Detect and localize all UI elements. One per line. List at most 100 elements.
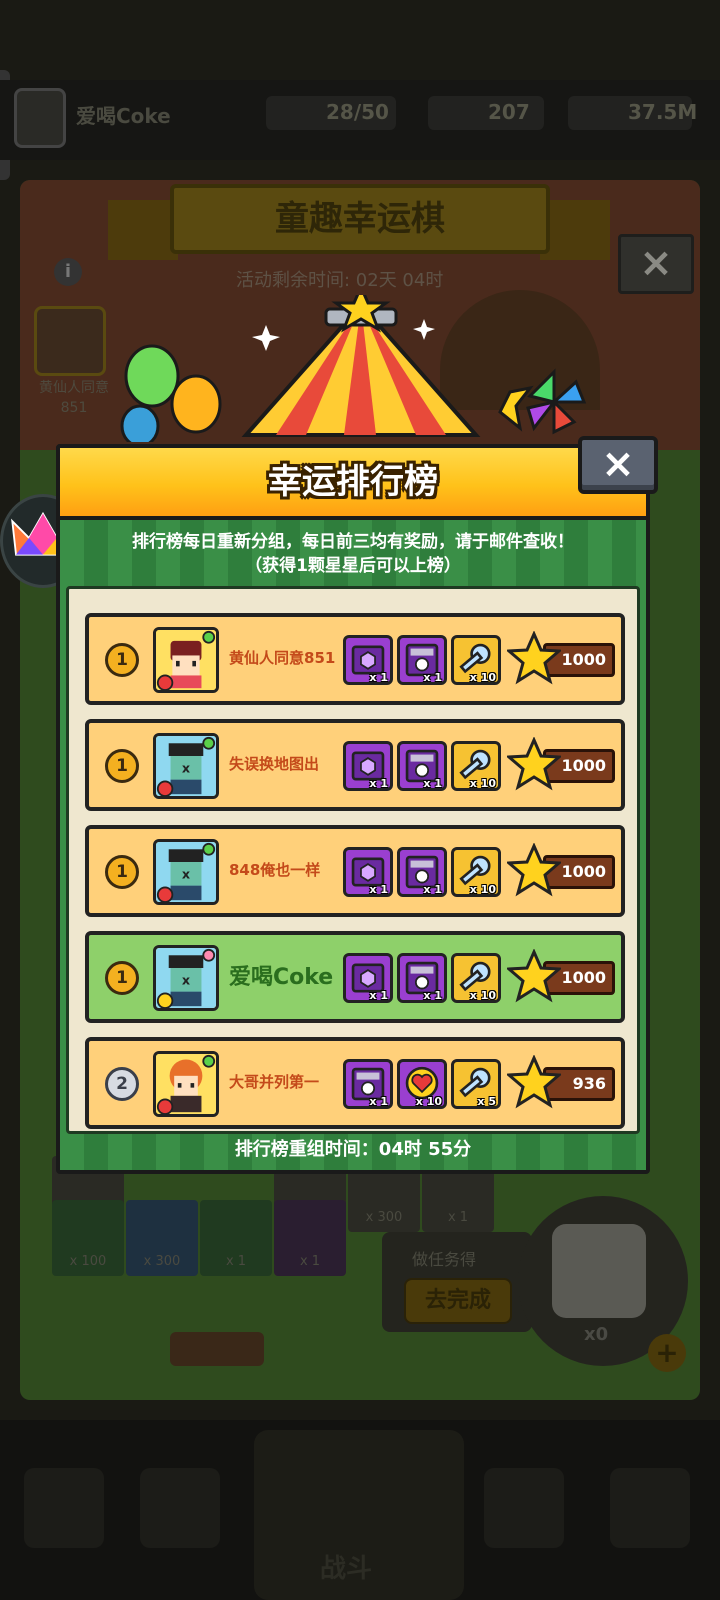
player-avatar-icon[interactable]: x — [153, 945, 219, 1011]
gem-value: 207 — [488, 100, 530, 124]
gold-key-icon[interactable]: x 10 — [451, 953, 501, 1003]
star-icon — [505, 842, 563, 897]
svg-text:x: x — [182, 760, 191, 775]
reset-time-label: 排行榜重组时间：04时 55分 — [234, 1139, 472, 1160]
player-name: 爱喝Coke — [229, 965, 334, 990]
popup-close-button[interactable]: × — [578, 436, 658, 494]
event-close-icon[interactable]: × — [618, 234, 694, 294]
notice-line-1: 排行榜每日重新分组，每日前三均有奖励，请于邮件查收！ — [132, 532, 574, 552]
rank-badge: 1 — [105, 749, 139, 783]
dice-icon — [552, 1224, 646, 1318]
player-avatar-icon[interactable]: x — [153, 839, 219, 905]
board-bench — [170, 1332, 264, 1366]
popup-title: 幸运排行榜 — [268, 462, 438, 502]
reward-quantity: x 1 — [423, 883, 442, 896]
side-player-name: 黄仙人同意 — [39, 380, 109, 396]
purple-gem-chest-icon[interactable]: x 1 — [343, 635, 393, 685]
purple-gem-chest-icon[interactable]: x 1 — [343, 953, 393, 1003]
nav-battle-label: 战斗 — [320, 1554, 373, 1584]
rank-badge: 1 — [105, 643, 139, 677]
leaderboard-row-self[interactable]: 1 x 爱喝Coke x 1x 1x 10 1000 — [85, 931, 625, 1023]
info-icon[interactable]: i — [54, 258, 82, 286]
add-dice-button[interactable]: + — [648, 1334, 686, 1372]
reward-quantity: x 1 — [423, 777, 442, 790]
side-player-score: 851 — [60, 400, 88, 416]
reward-quantity: x 10 — [469, 777, 496, 790]
coin-counter: 37.5M — [568, 96, 697, 130]
side-player-label: 黄仙人同意 851 — [26, 378, 122, 418]
nav-tab-shop[interactable] — [24, 1468, 104, 1548]
rank-badge: 2 — [105, 1067, 139, 1101]
go-complete-button[interactable]: 去完成 — [404, 1278, 512, 1324]
event-banner: 童趣幸运棋 — [170, 184, 550, 254]
side-player-avatar[interactable] — [34, 306, 106, 376]
leaderboard-row[interactable]: 2 大哥并列第一 x 1x 10 x 5 936 — [85, 1037, 625, 1129]
reward-quantity: x 10 — [469, 989, 496, 1002]
player-name: 黄仙人同意851 — [229, 649, 336, 667]
banner-left-wing — [108, 200, 178, 260]
close-icon: × — [601, 441, 635, 487]
player-avatar-icon[interactable]: x — [153, 733, 219, 799]
gold-key-icon[interactable]: x 10 — [451, 847, 501, 897]
svg-text:x: x — [182, 972, 191, 987]
reward-quantity: x 10 — [415, 1095, 442, 1108]
star-icon — [505, 948, 563, 1003]
reward-quantity: x 1 — [369, 989, 388, 1002]
purple-gem-chest-icon[interactable]: x 1 — [343, 741, 393, 791]
player-name: 失误换地图出 — [229, 755, 320, 773]
gold-key-icon[interactable]: x 10 — [451, 635, 501, 685]
board-tile: x 1 — [200, 1200, 272, 1276]
leaderboard-list[interactable]: 1 黄仙人同意851 x 1x 1x 10 1000 1 x 失误换地图出 x 1x 1x 1… — [66, 586, 640, 1134]
player-name: 爱喝Coke — [76, 104, 171, 128]
player-avatar[interactable] — [14, 88, 66, 148]
reward-quantity: x 1 — [369, 777, 388, 790]
reward-quantity: x 1 — [423, 671, 442, 684]
reward-quantity: x 10 — [469, 883, 496, 896]
leaderboard-row[interactable]: 1 x 失误换地图出 x 1x 1x 10 1000 — [85, 719, 625, 811]
board-tile: x 1 — [274, 1200, 346, 1276]
circus-tent-icon — [241, 295, 481, 437]
gem-counter: 207 — [428, 96, 544, 130]
player-name: 848俺也一样 — [229, 861, 321, 879]
purple-gem-chest-icon[interactable]: x 1 — [343, 847, 393, 897]
gold-key-icon[interactable]: x 5 — [451, 1059, 501, 1109]
svg-text:x: x — [182, 866, 191, 881]
purple-heart-icon[interactable]: x 10 — [397, 1059, 447, 1109]
leaderboard-row[interactable]: 1 黄仙人同意851 x 1x 1x 10 1000 — [85, 613, 625, 705]
task-label: 做任务得 — [412, 1250, 477, 1269]
dice-count: x0 — [584, 1324, 609, 1345]
banner-right-wing — [540, 200, 610, 260]
energy-value: 28/50 — [326, 100, 389, 124]
gold-key-icon[interactable]: x 10 — [451, 741, 501, 791]
star-icon — [505, 736, 563, 791]
event-countdown: 活动剩余时间: 02天 04时 — [236, 270, 444, 291]
star-icon — [505, 1054, 563, 1109]
rank-badge: 1 — [105, 855, 139, 889]
star-icon — [505, 630, 563, 685]
reward-quantity: x 1 — [423, 989, 442, 1002]
reward-quantity: x 1 — [369, 1095, 388, 1108]
purple-tech-chest-icon[interactable]: x 1 — [343, 1059, 393, 1109]
player-avatar-icon[interactable] — [153, 627, 219, 693]
purple-tech-chest-icon[interactable]: x 1 — [397, 953, 447, 1003]
reward-quantity: x 1 — [369, 883, 388, 896]
purple-tech-chest-icon[interactable]: x 1 — [397, 741, 447, 791]
player-avatar-icon[interactable] — [153, 1051, 219, 1117]
balloons-decoration — [120, 344, 222, 442]
nav-tab-evolve[interactable] — [610, 1468, 690, 1548]
popup-notice: 排行榜每日重新分组，每日前三均有奖励，请于邮件查收！ （获得1颗星星后可以上榜） — [60, 530, 646, 578]
board-tile: x 100 — [52, 1200, 124, 1276]
rank-badge: 1 — [105, 961, 139, 995]
nav-tab-talent[interactable] — [484, 1468, 564, 1548]
reward-quantity: x 5 — [477, 1095, 496, 1108]
energy-counter: 28/50 — [266, 96, 396, 130]
notice-line-2: （获得1颗星星后可以上榜） — [245, 556, 461, 576]
purple-tech-chest-icon[interactable]: x 1 — [397, 847, 447, 897]
player-name: 大哥并列第一 — [229, 1073, 320, 1091]
reward-quantity: x 10 — [469, 671, 496, 684]
coin-value: 37.5M — [628, 100, 698, 124]
leaderboard-row[interactable]: 1 x 848俺也一样 x 1x 1x 10 1000 — [85, 825, 625, 917]
nav-tab-equipment[interactable] — [140, 1468, 220, 1548]
purple-tech-chest-icon[interactable]: x 1 — [397, 635, 447, 685]
reward-quantity: x 1 — [369, 671, 388, 684]
